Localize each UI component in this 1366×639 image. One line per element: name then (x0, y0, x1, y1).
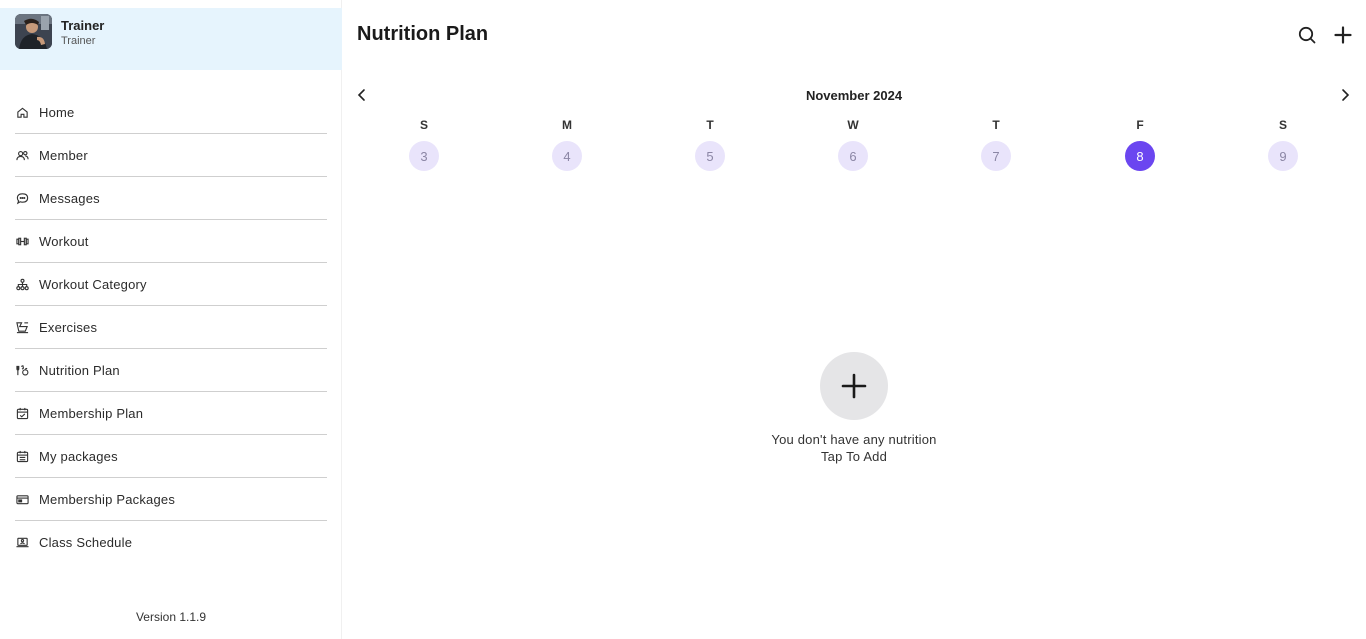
sidebar-item-label: Nutrition Plan (39, 362, 120, 378)
profile-name: Trainer (61, 18, 105, 33)
weekday-label: T (992, 118, 1000, 132)
card-icon (15, 492, 29, 506)
weekday-label: S (419, 118, 428, 132)
sidebar-item-label: My packages (39, 448, 118, 464)
calendar-day[interactable]: 7 (981, 141, 1011, 171)
main-content: Nutrition Plan November 2024 S M T W T F… (342, 0, 1366, 639)
empty-state-message: You don't have any nutrition (771, 432, 937, 447)
calendar-next-button[interactable] (1337, 87, 1353, 103)
chat-icon (15, 191, 29, 205)
weekday-label: S (1278, 118, 1287, 132)
dumbbell-icon (15, 234, 29, 248)
sidebar-item-label: Class Schedule (39, 535, 133, 550)
plus-icon (840, 372, 868, 400)
hierarchy-icon (15, 277, 29, 291)
sidebar-item-exercises[interactable]: Exercises (15, 306, 327, 349)
calendar-day[interactable]: 9 (1268, 141, 1298, 171)
sidebar-item-membership-packages[interactable]: Membership Packages (15, 478, 327, 521)
calendar-day[interactable]: 4 (552, 141, 582, 171)
sidebar-item-my-packages[interactable]: My packages (15, 435, 327, 478)
add-icon[interactable] (1333, 25, 1353, 45)
profile-role: Trainer (61, 35, 96, 47)
page-title: Nutrition Plan (357, 23, 489, 45)
home-icon (15, 105, 29, 119)
empty-state-hint[interactable]: Tap To Add (342, 449, 1366, 464)
sidebar-item-label: Membership Packages (39, 491, 176, 507)
laptop-user-icon (15, 536, 29, 550)
sidebar-item-workout[interactable]: Workout (15, 220, 327, 263)
calendar-day[interactable]: 6 (838, 141, 868, 171)
sidebar: Trainer Trainer Home Member Messages Wor… (0, 0, 342, 639)
calendar-list-icon (15, 449, 29, 463)
weekday-label: T (706, 118, 714, 132)
sidebar-item-membership-plan[interactable]: Membership Plan (15, 392, 327, 435)
treadmill-icon (15, 320, 29, 334)
calendar-day[interactable]: 3 (409, 141, 439, 171)
sidebar-item-label: Exercises (39, 319, 98, 335)
weekday-label: W (847, 118, 859, 132)
sidebar-item-home[interactable]: Home (15, 91, 327, 134)
version-label: Version 1.1.9 (135, 610, 207, 624)
sidebar-item-label: Workout (39, 233, 89, 249)
sidebar-item-label: Member (39, 147, 88, 163)
users-icon (15, 148, 29, 162)
search-icon[interactable] (1297, 25, 1317, 45)
sidebar-item-label: Messages (39, 190, 100, 206)
calendar-day-selected[interactable]: 8 (1125, 141, 1155, 171)
sidebar-item-label: Membership Plan (39, 405, 144, 421)
calendar-check-icon (15, 406, 29, 420)
sidebar-item-nutrition-plan[interactable]: Nutrition Plan (15, 349, 327, 392)
weekday-label: M (562, 118, 572, 132)
sidebar-nav: Home Member Messages Workout Workout Cat… (15, 91, 327, 564)
sidebar-item-label: Home (39, 104, 75, 120)
calendar-day[interactable]: 5 (695, 141, 725, 171)
sidebar-item-label: Workout Category (39, 276, 147, 292)
add-nutrition-button[interactable] (820, 352, 888, 420)
nutrition-icon (15, 363, 29, 377)
sidebar-item-class-schedule[interactable]: Class Schedule (15, 521, 327, 564)
sidebar-item-workout-category[interactable]: Workout Category (15, 263, 327, 306)
weekday-label: F (1136, 118, 1144, 132)
sidebar-item-messages[interactable]: Messages (15, 177, 327, 220)
avatar (15, 14, 52, 49)
calendar-month-label: November 2024 (805, 88, 903, 103)
profile-card[interactable]: Trainer Trainer (0, 8, 342, 70)
sidebar-item-member[interactable]: Member (15, 134, 327, 177)
